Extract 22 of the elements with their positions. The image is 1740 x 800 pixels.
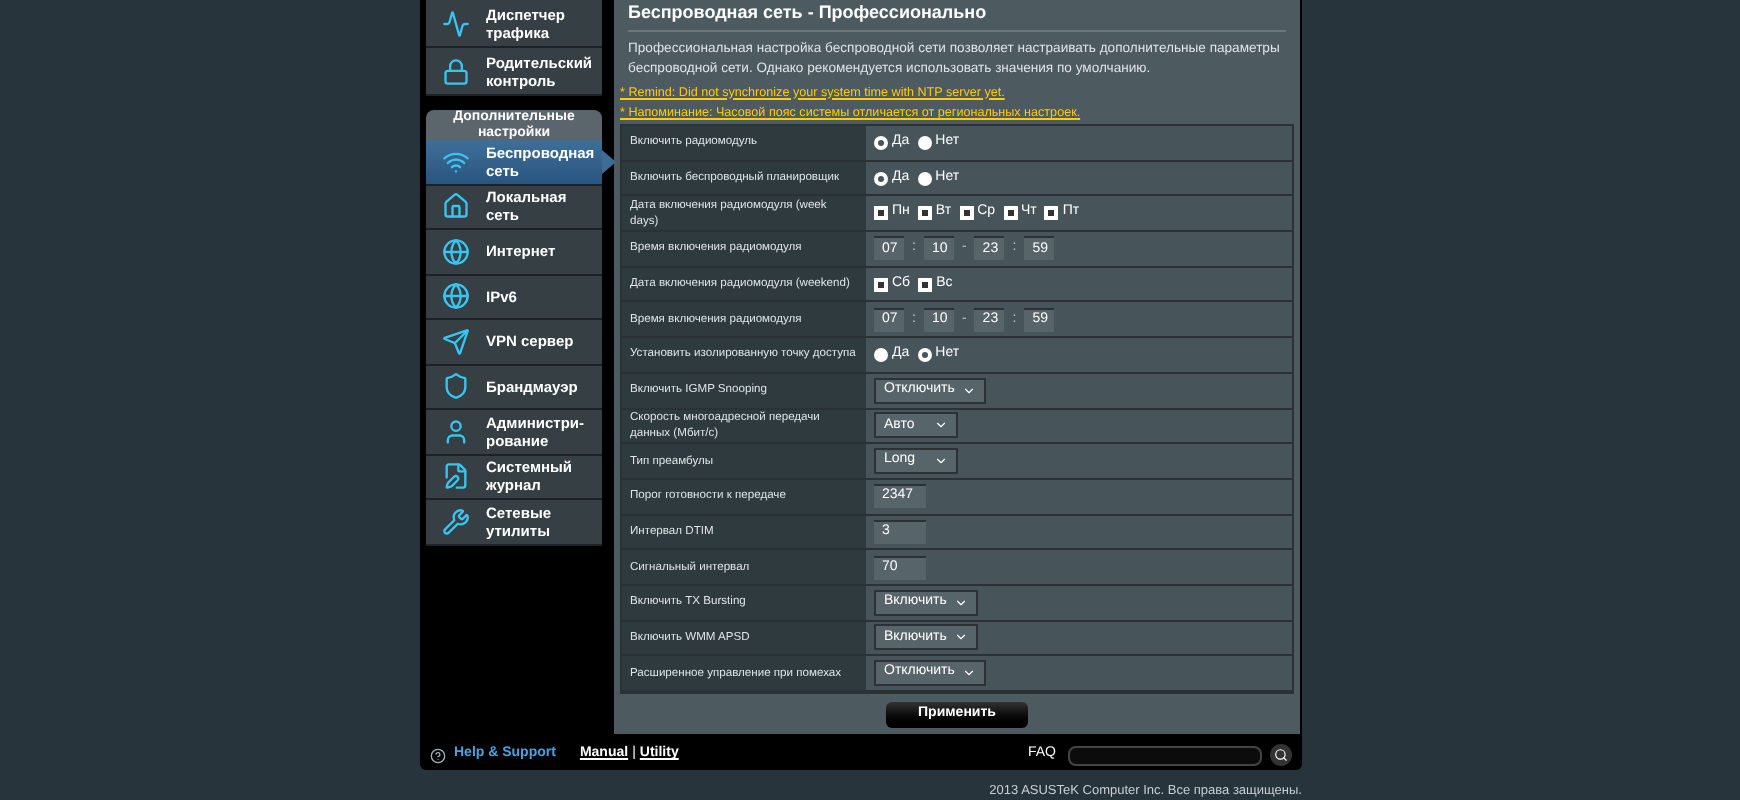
shield-icon [442,372,470,401]
page-title: Беспроводная сеть - Профессионально [626,0,989,27]
caret-icon [954,595,969,610]
caret-icon [934,454,948,469]
chart-icon [442,9,470,37]
lock-icon [442,57,470,85]
caret-icon [954,630,969,645]
caret-icon [962,383,977,398]
plane-icon [442,327,470,356]
person-icon [442,417,470,446]
help-icon [430,747,446,763]
search-button[interactable] [1270,744,1292,766]
search-icon [1274,748,1288,762]
wifi-icon [442,147,470,176]
globe-icon [442,237,470,266]
pencil-page-icon [442,462,470,491]
caret-icon [962,666,977,681]
house-icon [442,192,470,221]
globe-icon [442,282,470,311]
wrench-icon [442,507,470,536]
caret-icon [934,418,948,433]
faq-search-field[interactable] [1068,745,1262,765]
